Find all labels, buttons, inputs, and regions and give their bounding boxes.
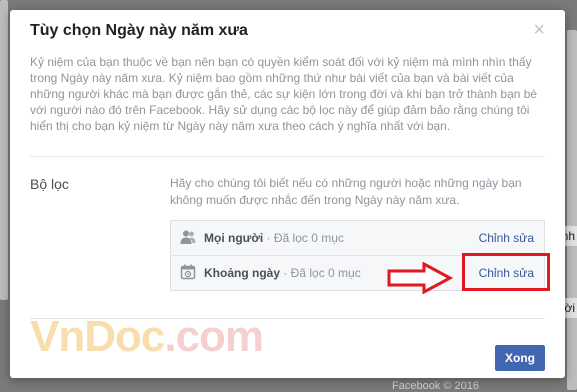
filter-row-people: Mọi người · Đã lọc 0 mục Chỉnh sửa (171, 221, 544, 256)
people-icon (180, 229, 196, 245)
close-icon[interactable]: × (533, 20, 545, 40)
filter-row-date-range-label: Khoảng ngày · Đã lọc 0 mục (204, 266, 361, 280)
divider (30, 156, 545, 157)
filter-status: · Đã lọc 0 mục (280, 266, 361, 280)
watermark-part-2: .com (164, 312, 264, 361)
watermark-logo: VnDoc.com (30, 312, 264, 362)
dialog-intro-text: Kỷ niệm của bạn thuộc về bạn nên bạn có … (30, 55, 538, 133)
calendar-icon (180, 264, 196, 280)
filter-name: Mọi người (204, 231, 264, 245)
filter-name: Khoảng ngày (204, 266, 281, 280)
edit-people-filter-link[interactable]: Chỉnh sửa (479, 231, 534, 245)
background-panel-right (567, 30, 577, 390)
done-button[interactable]: Xong (495, 345, 545, 371)
filter-row-people-label: Mọi người · Đã lọc 0 mục (204, 231, 344, 245)
filters-label: Bộ lọc (30, 176, 69, 192)
filter-status: · Đã lọc 0 mục (263, 231, 344, 245)
watermark-part-1: VnDoc (30, 312, 165, 361)
filters-description: Hãy cho chúng tôi biết nếu có những ngườ… (170, 176, 522, 207)
background-panel-top (0, 0, 8, 300)
dialog-title: Tùy chọn Ngày này năm xưa (30, 22, 248, 39)
background-footer: Facebook © 2016 (392, 380, 479, 392)
highlight-annotation-box (462, 253, 550, 291)
red-arrow-annotation-icon (387, 262, 454, 294)
